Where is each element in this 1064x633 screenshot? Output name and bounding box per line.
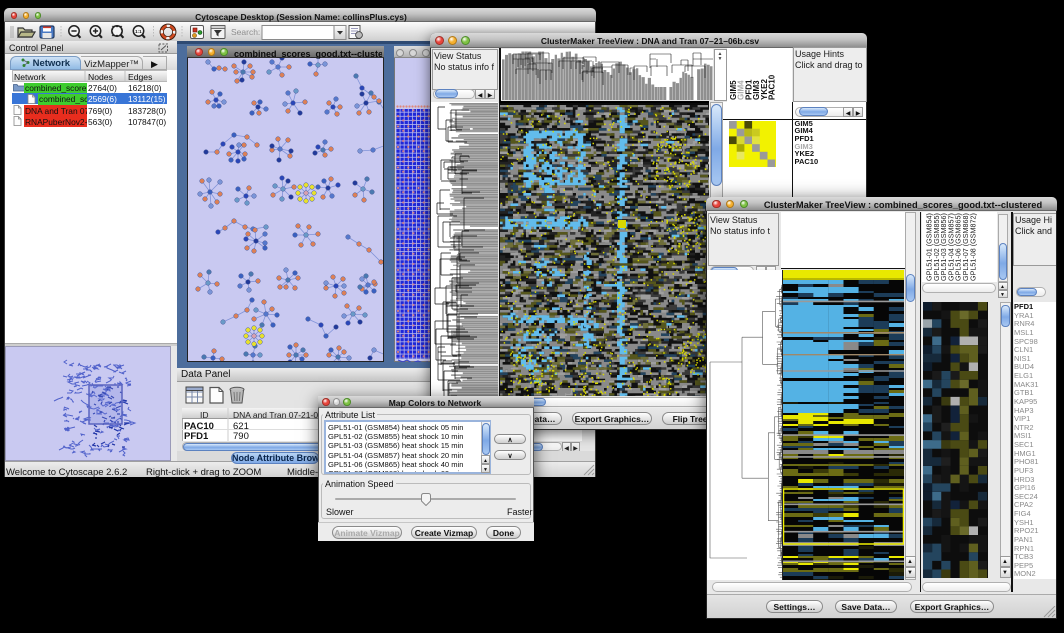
- svg-text:1:1: 1:1: [135, 29, 142, 34]
- svg-text:Search:: Search:: [231, 27, 260, 37]
- svg-text:PAC10: PAC10: [768, 74, 777, 100]
- svg-text:GPL51-08 (GSM872): GPL51-08 (GSM872): [968, 213, 977, 281]
